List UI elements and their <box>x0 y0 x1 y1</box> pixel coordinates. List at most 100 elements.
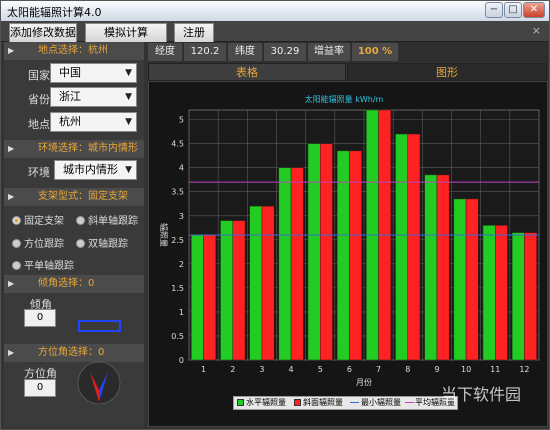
bar-horizontal <box>453 198 467 361</box>
bar-horizontal <box>278 167 292 361</box>
bar-horizontal <box>249 205 263 361</box>
location-header[interactable]: ▶ 地点选择：杭州 <box>4 42 144 60</box>
latitude-label: 纬度 <box>228 43 262 61</box>
y-tick-label: 3 <box>179 212 184 221</box>
radio-dot-icon <box>12 261 21 270</box>
x-tick-label: 8 <box>405 365 410 374</box>
expand-arrow-icon: ▶ <box>8 144 15 153</box>
country-select[interactable]: 中国 ▼ <box>50 63 137 83</box>
radio-flat-single-axis[interactable]: 平单轴跟踪 <box>12 257 74 272</box>
tilt-panel-icon <box>78 320 121 332</box>
chevron-down-icon: ▼ <box>125 165 132 175</box>
province-select[interactable]: 浙江 ▼ <box>50 87 137 107</box>
tab-chart[interactable]: 图形 <box>347 63 547 81</box>
radio-fixed-mount[interactable]: 固定支架 <box>12 212 64 227</box>
menu-close-icon[interactable]: × <box>532 24 541 37</box>
radio-dot-icon <box>12 216 21 225</box>
longitude-label: 经度 <box>148 43 182 61</box>
environment-select[interactable]: 城市内情形 ▼ <box>54 160 137 180</box>
tab-simulate[interactable]: 模拟计算 <box>85 23 167 42</box>
radio-dot-icon <box>12 239 21 248</box>
expand-arrow-icon: ▶ <box>8 279 15 288</box>
bar-tilted <box>465 198 479 361</box>
bar-tilted <box>290 167 304 361</box>
y-tick-label: 4.5 <box>171 140 184 149</box>
y-tick-label: 5 <box>179 116 184 125</box>
azimuth-header[interactable]: ▶ 方位角选择：0 <box>4 344 144 362</box>
chart-legend: 水平辐照量 斜面辐照量 最小辐照量 平均辐照量 <box>233 396 458 410</box>
tab-register[interactable]: 注册 <box>174 23 214 42</box>
x-axis-label: 月份 <box>356 377 372 387</box>
x-tick-label: 9 <box>434 365 439 374</box>
legend-swatch-min <box>350 402 359 403</box>
y-tick-label: 1.5 <box>171 284 184 293</box>
bar-tilted <box>436 174 450 361</box>
chevron-down-icon: ▼ <box>125 92 132 102</box>
gain-label: 增益率 <box>308 43 350 61</box>
radio-dual-axis[interactable]: 双轴跟踪 <box>76 235 128 250</box>
tilt-header[interactable]: ▶ 倾角选择：0 <box>4 275 144 293</box>
x-tick-label: 4 <box>289 365 294 374</box>
bar-horizontal <box>191 234 204 361</box>
legend-label-tilted: 斜面辐照量 <box>303 398 343 407</box>
province-label: 省份 <box>28 93 50 106</box>
bar-tilted <box>495 225 508 361</box>
y-tick-label: 0.5 <box>171 332 184 341</box>
expand-arrow-icon: ▶ <box>8 348 15 357</box>
chevron-down-icon: ▼ <box>125 68 132 78</box>
azimuth-input[interactable]: 0 <box>24 379 56 397</box>
x-tick-label: 12 <box>519 365 529 374</box>
x-tick-label: 10 <box>461 365 471 374</box>
environment-label: 环境 <box>28 166 50 179</box>
tilt-input[interactable]: 0 <box>24 309 56 327</box>
expand-arrow-icon: ▶ <box>8 46 15 55</box>
x-tick-label: 3 <box>259 365 264 374</box>
place-select[interactable]: 杭州 ▼ <box>50 112 137 132</box>
x-tick-label: 6 <box>347 365 352 374</box>
bar-horizontal <box>482 225 496 361</box>
bar-tilted <box>320 143 333 361</box>
coordinates-bar: 经度 120.2 纬度 30.29 增益率 100 % <box>148 42 548 62</box>
x-tick-label: 2 <box>230 365 235 374</box>
window-title: 太阳能辐照计算4.0 <box>7 6 102 19</box>
legend-label-min: 最小辐照量 <box>361 398 401 407</box>
bar-tilted <box>524 232 537 361</box>
y-tick-label: 4 <box>179 164 184 173</box>
chart-panel: 0 0.5 1 1.5 2 2.5 3 3.5 4 4.5 5 1 2 3 4 5 6 7 8 9 10 11 12 太阳能辐… <box>148 81 548 427</box>
bar-horizontal <box>424 174 438 361</box>
legend-swatch-tilted <box>294 399 301 406</box>
bar-horizontal <box>511 232 525 361</box>
irradiance-chart: 00.511.522.533.544.551 2 3 4 5 6 7 8 9 10 11 12太阳能辐… <box>159 94 540 387</box>
minimize-button[interactable]: − <box>485 2 503 18</box>
country-label: 国家 <box>28 69 50 82</box>
bar-horizontal <box>220 220 233 361</box>
x-tick-label: 1 <box>201 365 206 374</box>
title-bar: 太阳能辐照计算4.0 − □ ✕ <box>1 1 549 21</box>
y-tick-label: 1 <box>179 308 184 317</box>
y-tick-label: 3.5 <box>171 188 184 197</box>
y-tick-label: 0 <box>179 356 184 365</box>
y-tick-label: 2 <box>179 260 184 269</box>
bar-tilted <box>203 234 217 361</box>
gain-value: 100 % <box>352 43 398 61</box>
mount-header[interactable]: ▶ 支架型式：固定支架 <box>4 188 144 206</box>
radio-dot-icon <box>76 216 85 225</box>
legend-label-horizontal: 水平辐照量 <box>246 398 286 407</box>
radio-dot-icon <box>76 239 85 248</box>
maximize-button[interactable]: □ <box>504 2 522 18</box>
app-window: 太阳能辐照计算4.0 − □ ✕ 添加修改数据 模拟计算 注册 × ▶ 地点选择… <box>0 0 550 430</box>
watermark: 当下软件园 <box>441 385 522 404</box>
view-tabs: 表格 图形 <box>148 63 548 81</box>
settings-panel: ▶ 地点选择：杭州 国家 中国 ▼ 省份 浙江 ▼ 地点 杭州 ▼ ▶ 环境选择：城市… <box>4 42 144 427</box>
close-button[interactable]: ✕ <box>523 2 545 18</box>
environment-header[interactable]: ▶ 环境选择：城市内情形 <box>4 140 144 158</box>
radio-tilted-single-axis[interactable]: 斜单轴跟踪 <box>76 212 138 227</box>
bar-tilted <box>407 133 421 361</box>
menu-bar: 添加修改数据 模拟计算 注册 × <box>1 21 549 42</box>
chart-title: 太阳能辐照量 kWh/m <box>305 94 384 104</box>
radio-azimuth-tracking[interactable]: 方位跟踪 <box>12 235 64 250</box>
tab-table[interactable]: 表格 <box>148 63 346 81</box>
longitude-value: 120.2 <box>184 43 226 61</box>
x-tick-label: 7 <box>376 365 381 374</box>
tab-edit-data[interactable]: 添加修改数据 <box>9 23 77 42</box>
